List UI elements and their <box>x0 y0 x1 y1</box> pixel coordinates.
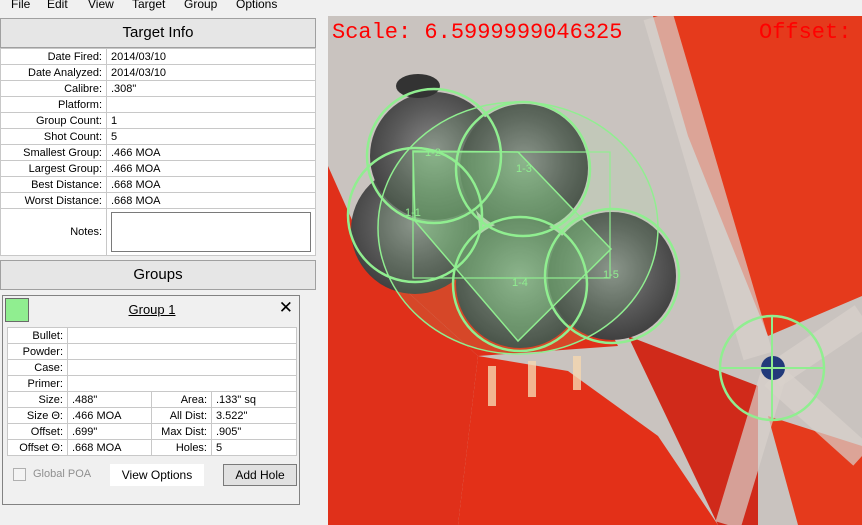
powder-label: Powder: <box>7 343 68 360</box>
menu-options[interactable]: Options <box>236 0 277 11</box>
holes-label: Holes: <box>151 439 212 456</box>
primer-value[interactable] <box>67 375 297 392</box>
global-poa-checkbox[interactable] <box>13 468 26 481</box>
table-row: Bullet: <box>7 327 297 344</box>
bullet-label: Bullet: <box>7 327 68 344</box>
table-row: Size Θ: .466 MOA All Dist: 3.522" <box>7 407 297 424</box>
close-icon[interactable]: ✕ <box>279 299 293 317</box>
size-value: .488" <box>67 391 152 408</box>
hole-label: 1-3 <box>516 163 532 175</box>
date-fired-value[interactable]: 2014/03/10 <box>106 48 316 65</box>
date-fired-label: Date Fired: <box>0 48 107 65</box>
case-label: Case: <box>7 359 68 376</box>
size-label: Size: <box>7 391 68 408</box>
all-dist-label: All Dist: <box>151 407 212 424</box>
table-row: Shot Count: 5 <box>0 128 316 145</box>
holes-value: 5 <box>211 439 297 456</box>
size-theta-value: .466 MOA <box>67 407 152 424</box>
bullet-splash <box>528 361 536 397</box>
view-options-button[interactable]: View Options <box>110 464 204 486</box>
menu-edit[interactable]: Edit <box>47 0 68 11</box>
group-panel: Group 1 ✕ Bullet: Powder: Case: Primer: … <box>2 295 300 505</box>
group-footer: Global POA View Options Add Hole <box>13 464 299 486</box>
date-analyzed-value[interactable]: 2014/03/10 <box>106 64 316 81</box>
bullet-splash <box>573 356 581 390</box>
smallest-group-value: .466 MOA <box>106 144 316 161</box>
size-theta-label: Size Θ: <box>7 407 68 424</box>
offset-theta-label: Offset Θ: <box>7 439 68 456</box>
group-details-table: Bullet: Powder: Case: Primer: Size: .488… <box>7 327 297 456</box>
left-panel: Target Info Date Fired: 2014/03/10 Date A… <box>0 14 320 525</box>
platform-label: Platform: <box>0 96 107 113</box>
best-distance-value: .668 MOA <box>106 176 316 193</box>
bullet-value[interactable] <box>67 327 297 344</box>
offset-value: .699" <box>67 423 152 440</box>
table-row: Date Analyzed: 2014/03/10 <box>0 64 316 81</box>
table-row: Powder: <box>7 343 297 360</box>
primer-label: Primer: <box>7 375 68 392</box>
menu-target[interactable]: Target <box>132 0 165 11</box>
table-row: Primer: <box>7 375 297 392</box>
case-value[interactable] <box>67 359 297 376</box>
table-row: Size: .488" Area: .133" sq <box>7 391 297 408</box>
platform-value[interactable] <box>106 96 316 113</box>
largest-group-value: .466 MOA <box>106 160 316 177</box>
table-row: Largest Group: .466 MOA <box>0 160 316 177</box>
table-row: Group Count: 1 <box>0 112 316 129</box>
menu-bar: File Edit View Target Group Options <box>0 0 862 14</box>
shot-count-label: Shot Count: <box>0 128 107 145</box>
best-distance-label: Best Distance: <box>0 176 107 193</box>
offset-readout: Offset: <box>759 20 852 45</box>
table-row: Best Distance: .668 MOA <box>0 176 316 193</box>
notes-label: Notes: <box>0 208 107 256</box>
all-dist-value: 3.522" <box>211 407 297 424</box>
target-info-table: Date Fired: 2014/03/10 Date Analyzed: 2014… <box>0 48 316 256</box>
shot-count-value: 5 <box>106 128 316 145</box>
groups-header: Groups <box>0 260 316 290</box>
bullet-splash <box>488 366 496 406</box>
hole-label: 1-5 <box>603 269 619 281</box>
table-row: Offset Θ: .668 MOA Holes: 5 <box>7 439 297 456</box>
powder-value[interactable] <box>67 343 297 360</box>
offset-label: Offset: <box>7 423 68 440</box>
area-label: Area: <box>151 391 212 408</box>
offset-theta-value: .668 MOA <box>67 439 152 456</box>
target-canvas[interactable]: 1-1 1-2 1-3 1-4 1-5 <box>328 16 862 525</box>
notes-textarea[interactable] <box>111 212 311 252</box>
smallest-group-label: Smallest Group: <box>0 144 107 161</box>
max-dist-value: .905" <box>211 423 297 440</box>
target-info-header: Target Info <box>0 18 316 48</box>
add-hole-button[interactable]: Add Hole <box>223 464 297 486</box>
table-row: Notes: <box>0 208 316 256</box>
area-value: .133" sq <box>211 391 297 408</box>
hole-label: 1-4 <box>512 277 528 289</box>
table-row: Platform: <box>0 96 316 113</box>
scale-readout: Scale: 6.5999999046325 <box>332 20 623 45</box>
point-of-aim-crosshair[interactable] <box>718 314 826 422</box>
date-analyzed-label: Date Analyzed: <box>0 64 107 81</box>
largest-group-label: Largest Group: <box>0 160 107 177</box>
table-row: Case: <box>7 359 297 376</box>
target-image-view[interactable]: 1-1 1-2 1-3 1-4 1-5 Scale: 6.59999990463… <box>328 16 862 525</box>
menu-view[interactable]: View <box>88 0 114 11</box>
calibre-value[interactable]: .308" <box>106 80 316 97</box>
table-row: Date Fired: 2014/03/10 <box>0 48 316 65</box>
worst-distance-value: .668 MOA <box>106 192 316 209</box>
table-row: Offset: .699" Max Dist: .905" <box>7 423 297 440</box>
group-count-value: 1 <box>106 112 316 129</box>
max-dist-label: Max Dist: <box>151 423 212 440</box>
bullet-hole-fragment <box>396 74 440 98</box>
worst-distance-label: Worst Distance: <box>0 192 107 209</box>
hole-label: 1-1 <box>405 207 421 219</box>
table-row: Smallest Group: .466 MOA <box>0 144 316 161</box>
group-count-label: Group Count: <box>0 112 107 129</box>
global-poa-label: Global POA <box>33 468 92 480</box>
calibre-label: Calibre: <box>0 80 107 97</box>
hole-label: 1-2 <box>425 147 441 159</box>
group-name-link[interactable]: Group 1 <box>3 302 301 317</box>
table-row: Worst Distance: .668 MOA <box>0 192 316 209</box>
menu-group[interactable]: Group <box>184 0 217 11</box>
table-row: Calibre: .308" <box>0 80 316 97</box>
menu-file[interactable]: File <box>11 0 30 11</box>
